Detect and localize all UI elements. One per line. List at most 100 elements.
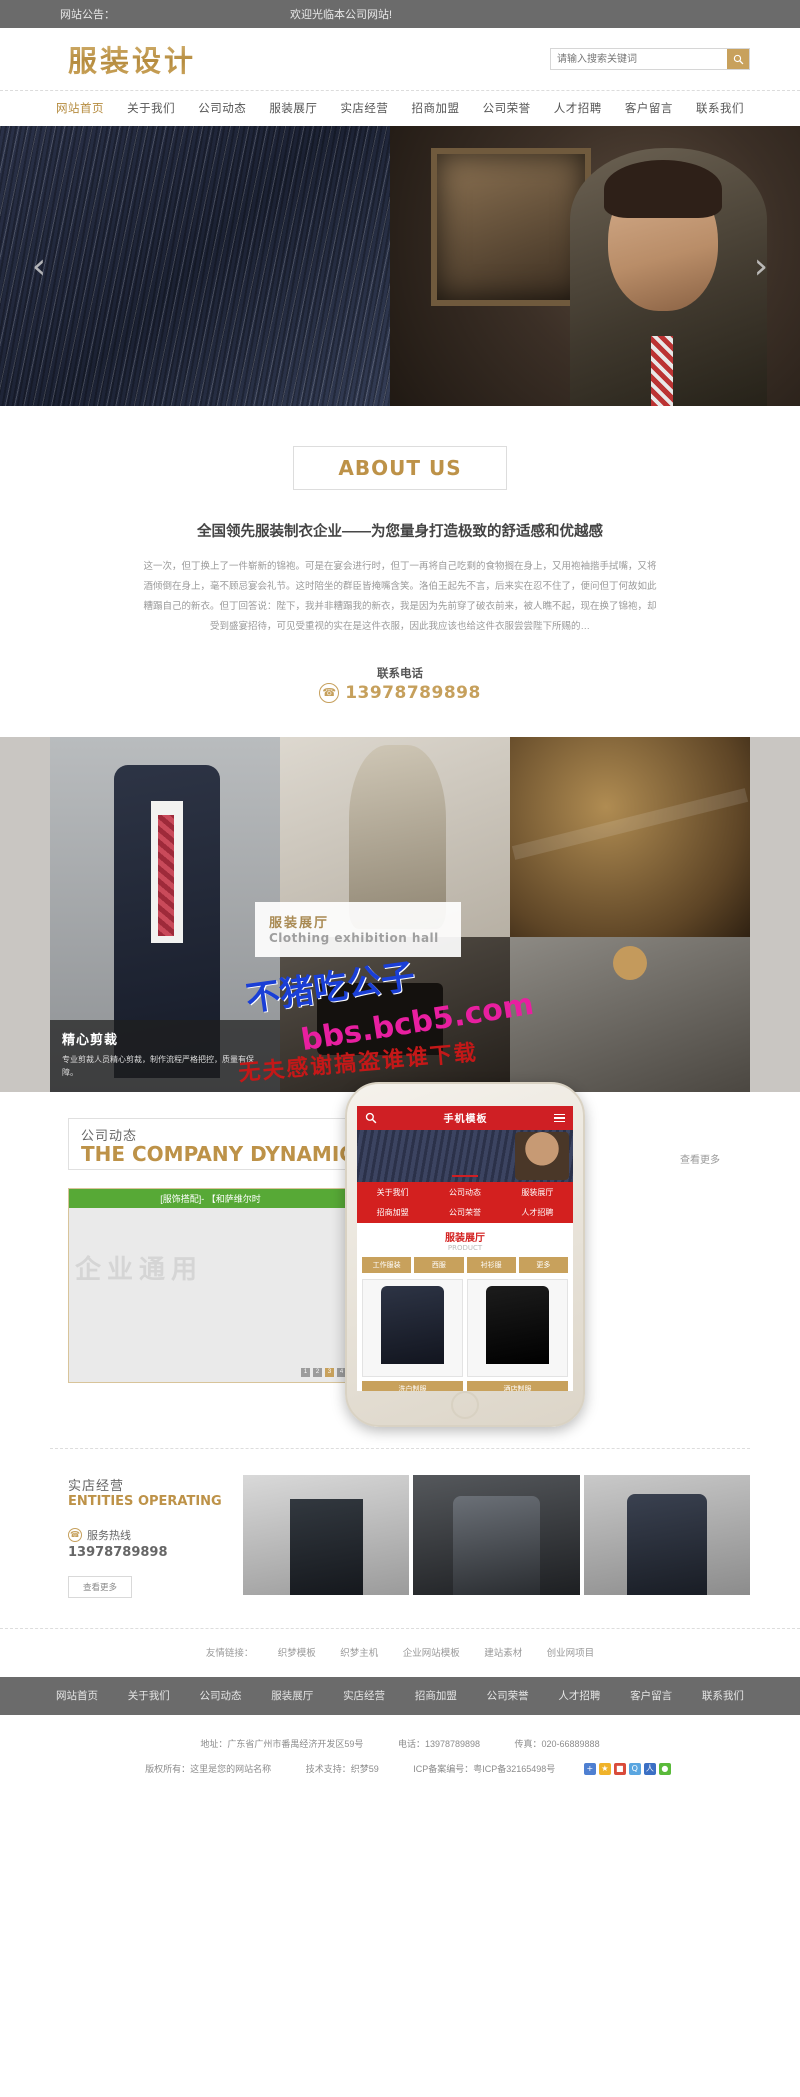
entities-more-button[interactable]: 查看更多 — [68, 1575, 133, 1598]
entities-operating-section: 实店经营 ENTITIES OPERATING ☎ 服务热线 139787898… — [50, 1449, 750, 1628]
dynamic-featured-caption: [服饰搭配]- 【和萨维尔时 — [69, 1188, 352, 1208]
footer-info: 地址：广东省广州市番禺经济开发区59号 电话：13978789898 传真：02… — [0, 1715, 800, 1814]
mobile-nav-showroom[interactable]: 服装展厅 — [501, 1182, 573, 1202]
footer-nav: 网站首页 关于我们 公司动态 服装展厅 实店经营 招商加盟 公司荣誉 人才招聘 … — [0, 1676, 800, 1715]
wechat-icon[interactable]: ● — [658, 1763, 671, 1776]
search-icon[interactable] — [365, 1112, 377, 1124]
footer-nav-careers[interactable]: 人才招聘 — [558, 1688, 600, 1703]
friend-link-item[interactable]: 企业网站模板 — [403, 1648, 460, 1659]
nav-item-feedback[interactable]: 客户留言 — [625, 100, 673, 116]
gallery-image-sewing-machine[interactable] — [280, 936, 510, 1092]
share-icon-group: + ★ ■ Q 人 ● — [583, 1763, 671, 1776]
nav-item-about[interactable]: 关于我们 — [127, 100, 175, 116]
mobile-nav-about[interactable]: 关于我们 — [357, 1182, 429, 1202]
footer-nav-feedback[interactable]: 客户留言 — [630, 1688, 672, 1703]
mobile-tab-more[interactable]: 更多 — [518, 1256, 568, 1273]
footer-nav-home[interactable]: 网站首页 — [56, 1688, 98, 1703]
mobile-section-en: PRODUCT — [447, 1243, 483, 1252]
plus-icon[interactable]: + — [583, 1763, 596, 1776]
mobile-product-grid — [357, 1278, 573, 1377]
mobile-category-tabs: 工作服装 西服 衬衫服 更多 — [357, 1254, 573, 1279]
site-header: 服装设计 — [0, 28, 800, 90]
dynamic-more-link[interactable]: 查看更多 — [680, 1151, 720, 1166]
mobile-product-labels: 洗白制服 酒店制服 — [357, 1377, 573, 1391]
banner-next-arrow[interactable]: › — [744, 240, 778, 292]
about-title-en: ABOUT US — [338, 456, 462, 480]
footer-nav-dynamic[interactable]: 公司动态 — [200, 1688, 242, 1703]
search-input[interactable] — [551, 49, 727, 69]
favorite-icon[interactable]: ★ — [598, 1763, 611, 1776]
entities-title-en: ENTITIES OPERATING — [68, 1493, 222, 1509]
mobile-product-card[interactable] — [467, 1278, 568, 1377]
entities-title-cn: 实店经营 — [68, 1477, 125, 1493]
renren-icon[interactable]: 人 — [643, 1763, 656, 1776]
dynamic-featured-pager[interactable]: 1 2 3 4 — [301, 1367, 346, 1377]
dynamic-featured-card[interactable]: [服饰搭配]- 【和萨维尔时 企业通用 1 2 3 4 — [68, 1187, 353, 1383]
mobile-tab-shirt[interactable]: 衬衫服 — [466, 1256, 516, 1273]
dynamic-featured-column: [服饰搭配]- 【和萨维尔时 企业通用 1 2 3 4 — [68, 1187, 353, 1418]
hotline-number: 13978789898 — [68, 1544, 168, 1560]
mobile-nav: 关于我们 公司动态 服装展厅 招商加盟 公司荣誉 人才招聘 — [357, 1181, 573, 1223]
dynamic-title-box: 公司动态 THE COMPANY DYNAMIC — [68, 1117, 373, 1170]
nav-item-dynamic[interactable]: 公司动态 — [198, 100, 246, 116]
mobile-header: 手机模板 — [357, 1105, 573, 1130]
search-button[interactable] — [727, 49, 749, 69]
site-logo[interactable]: 服装设计 — [50, 38, 196, 80]
footer-nav-showroom[interactable]: 服装展厅 — [271, 1688, 313, 1703]
footer-copyright: 版权所有：这里是您的网站名称 — [145, 1763, 272, 1774]
footer-fax: 传真：020-66889888 — [514, 1738, 600, 1749]
mobile-nav-careers[interactable]: 人才招聘 — [501, 1202, 573, 1222]
dynamic-title-en: THE COMPANY DYNAMIC — [81, 1141, 354, 1166]
friend-link-item[interactable]: 织梦模板 — [278, 1648, 316, 1659]
mobile-nav-honors[interactable]: 公司荣誉 — [429, 1202, 501, 1222]
nav-item-stores[interactable]: 实店经营 — [340, 100, 388, 116]
pager-dot-2[interactable]: 2 — [313, 1367, 322, 1377]
gallery-image-fabric-closeup[interactable] — [510, 736, 750, 937]
footer-nav-about[interactable]: 关于我们 — [128, 1688, 170, 1703]
entities-image-3[interactable] — [583, 1474, 750, 1595]
gallery-image-ties[interactable] — [510, 936, 750, 1092]
home-button-icon[interactable] — [451, 1390, 479, 1419]
mobile-section-title: 服装展厅 PRODUCT — [357, 1223, 573, 1254]
mobile-screen: 手机模板 关于我们 公司动态 服装展厅 招商加盟 公司荣誉 人才招聘 服装展厅 … — [357, 1105, 573, 1391]
sina-icon[interactable]: ■ — [613, 1763, 626, 1776]
friend-link-item[interactable]: 创业网项目 — [547, 1648, 595, 1659]
entities-image-2[interactable] — [413, 1474, 580, 1595]
footer-tel: 电话：13978789898 — [397, 1738, 480, 1749]
footer-nav-stores[interactable]: 实店经营 — [343, 1688, 385, 1703]
banner-prev-arrow[interactable]: ‹ — [22, 240, 56, 292]
nav-item-home[interactable]: 网站首页 — [56, 100, 104, 116]
about-body: 这一次，但丁换上了一件崭新的锦袍。可是在宴会进行时，但丁一再将自己吃剩的食物搁在… — [143, 561, 657, 632]
footer-nav-contact[interactable]: 联系我们 — [702, 1688, 744, 1703]
nav-item-honors[interactable]: 公司荣誉 — [483, 100, 531, 116]
mobile-nav-dynamic[interactable]: 公司动态 — [429, 1182, 501, 1202]
nav-item-showroom[interactable]: 服装展厅 — [269, 100, 317, 116]
main-nav-wrapper: 网站首页 关于我们 公司动态 服装展厅 实店经营 招商加盟 公司荣誉 人才招聘 … — [0, 90, 800, 126]
mobile-tab-suit[interactable]: 西服 — [414, 1256, 464, 1273]
search-box[interactable] — [550, 48, 750, 70]
friend-link-item[interactable]: 建站素材 — [484, 1648, 522, 1659]
nav-item-careers[interactable]: 人才招聘 — [554, 100, 602, 116]
friend-links-label: 友情链接： — [205, 1647, 254, 1659]
contact-phone-number: 13978789898 — [345, 682, 481, 703]
nav-item-contact[interactable]: 联系我们 — [696, 100, 744, 116]
mobile-product-label[interactable]: 洗白制服 — [362, 1380, 463, 1391]
hamburger-icon[interactable] — [554, 1113, 565, 1122]
footer-icp: ICP备案编号：粤ICP备32165498号 — [413, 1763, 556, 1774]
gallery-title-overlay: 服装展厅 Clothing exhibition hall — [255, 901, 461, 957]
nav-item-franchise[interactable]: 招商加盟 — [412, 100, 460, 116]
mobile-nav-franchise[interactable]: 招商加盟 — [357, 1202, 429, 1222]
footer-nav-honors[interactable]: 公司荣誉 — [487, 1688, 529, 1703]
qzone-icon[interactable]: Q — [628, 1763, 641, 1776]
hero-banner: ‹ › — [0, 126, 800, 406]
mobile-product-label[interactable]: 酒店制服 — [467, 1380, 568, 1391]
pager-dot-1[interactable]: 1 — [301, 1367, 310, 1377]
page-root: 网站公告： 欢迎光临本公司网站! 服装设计 网站首页 关于我们 公司动态 — [0, 0, 800, 1813]
friend-link-item[interactable]: 织梦主机 — [340, 1648, 378, 1659]
entities-image-1[interactable] — [243, 1474, 410, 1595]
mobile-tab-workwear[interactable]: 工作服装 — [362, 1256, 412, 1273]
footer-nav-franchise[interactable]: 招商加盟 — [415, 1688, 457, 1703]
pager-dot-3[interactable]: 3 — [325, 1367, 334, 1377]
mobile-section-cn: 服装展厅 — [445, 1232, 485, 1244]
mobile-product-card[interactable] — [362, 1278, 463, 1377]
